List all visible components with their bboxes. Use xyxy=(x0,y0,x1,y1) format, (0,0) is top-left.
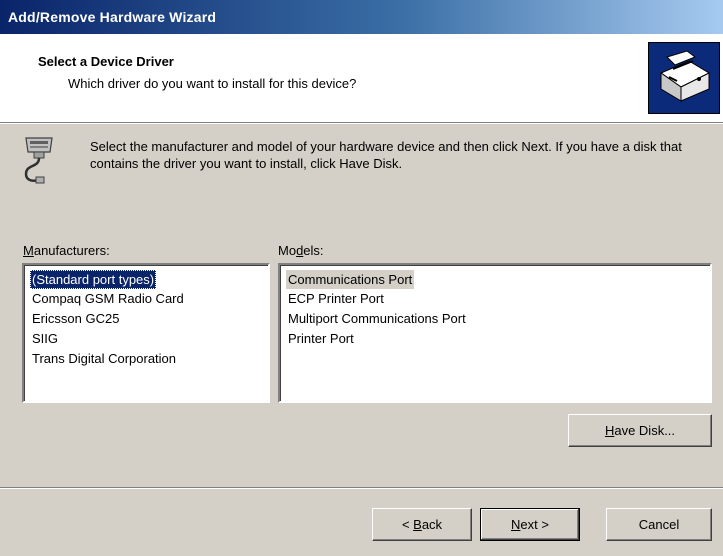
list-item-siig[interactable]: SIIG xyxy=(32,329,58,348)
port-connector-icon xyxy=(18,134,66,186)
list-item-multiport-communications-port[interactable]: Multiport Communications Port xyxy=(288,309,466,328)
page-subtitle: Which driver do you want to install for … xyxy=(68,76,357,91)
models-list[interactable]: Communications Port ECP Printer Port Mul… xyxy=(278,263,712,403)
footer-divider xyxy=(0,487,723,489)
hardware-device-icon xyxy=(648,42,720,114)
instruction-text: Select the manufacturer and model of you… xyxy=(90,139,682,171)
manufacturers-label: Manufacturers: xyxy=(23,243,110,258)
window-title-bar[interactable]: Add/Remove Hardware Wizard xyxy=(0,0,723,34)
window-title: Add/Remove Hardware Wizard xyxy=(8,9,217,25)
list-item-communications-port[interactable]: Communications Port xyxy=(286,270,415,289)
list-item-ericsson-gc25[interactable]: Ericsson GC25 xyxy=(32,309,119,328)
list-item-trans-digital[interactable]: Trans Digital Corporation xyxy=(32,349,176,368)
next-button[interactable]: Next > xyxy=(480,508,580,541)
back-button[interactable]: < Back xyxy=(372,508,472,541)
cancel-button[interactable]: Cancel xyxy=(606,508,712,541)
list-item-standard-port-types[interactable]: (Standard port types) xyxy=(30,270,157,289)
list-item-ecp-printer-port[interactable]: ECP Printer Port xyxy=(288,289,384,308)
wizard-header: Select a Device Driver Which driver do y… xyxy=(0,34,723,122)
page-title: Select a Device Driver xyxy=(38,54,174,69)
have-disk-button[interactable]: Have Disk... xyxy=(568,414,712,447)
header-divider xyxy=(0,122,723,124)
list-item-compaq-gsm[interactable]: Compaq GSM Radio Card xyxy=(32,289,184,308)
models-label: Models: xyxy=(278,243,324,258)
list-item-printer-port[interactable]: Printer Port xyxy=(288,329,354,348)
manufacturers-list[interactable]: (Standard port types) Compaq GSM Radio C… xyxy=(22,263,270,403)
